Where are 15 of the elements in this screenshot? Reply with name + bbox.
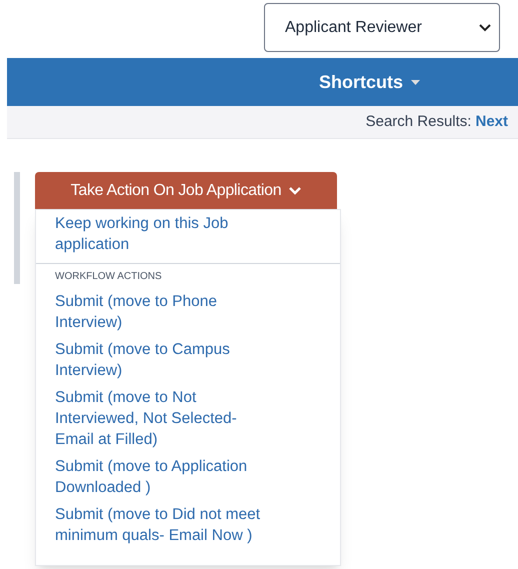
role-select[interactable]: Applicant Reviewer xyxy=(264,3,500,52)
next-link[interactable]: Next xyxy=(475,110,508,134)
menu-item[interactable]: Submit (move to Campus Interview) xyxy=(36,336,340,384)
menu-item[interactable]: Keep working on this Job application xyxy=(36,210,340,258)
menu-item[interactable]: Submit (move to Not Interviewed, Not Selected- Email at Filled) xyxy=(36,384,340,453)
menu-section-header: WORKFLOW ACTIONS xyxy=(54,270,163,284)
menu-item[interactable]: Submit (move to Phone Interview) xyxy=(36,288,340,336)
menu-item[interactable]: Submit (move to Did not meet minimum quals- Email Now ) xyxy=(36,501,340,549)
shortcuts-menu[interactable]: Shortcuts xyxy=(318,68,420,96)
chevron-down-icon xyxy=(479,24,491,32)
chevron-down-icon xyxy=(289,186,302,194)
take-action-button[interactable]: Take Action On Job Application xyxy=(35,172,337,209)
menu-item[interactable]: Submit (move to Application Downloaded ) xyxy=(36,453,340,501)
caret-down-icon xyxy=(411,80,420,84)
search-results-label: Search Results: xyxy=(366,112,472,132)
